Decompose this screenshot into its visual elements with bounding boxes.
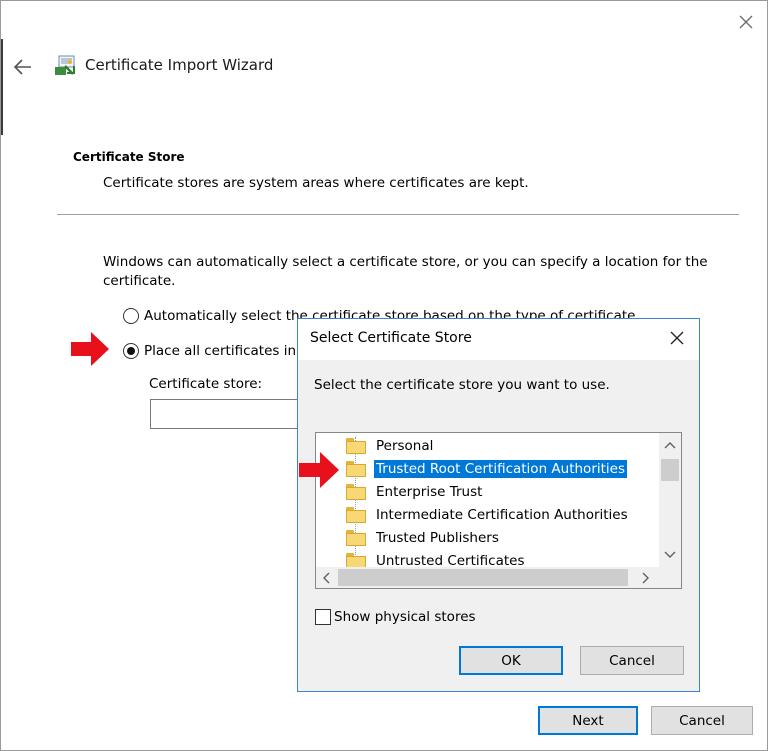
horizontal-scroll-thumb[interactable] — [338, 569, 628, 586]
folder-icon — [346, 507, 366, 523]
scrollbar-corner — [659, 567, 681, 588]
store-item-label: Intermediate Certification Authorities — [376, 507, 628, 523]
store-item-personal[interactable]: Personal — [346, 435, 435, 457]
store-item-trusted-publishers[interactable]: Trusted Publishers — [346, 527, 501, 549]
show-physical-stores-checkbox[interactable] — [315, 609, 331, 625]
scroll-right-icon[interactable] — [636, 569, 654, 587]
scroll-up-icon[interactable] — [661, 437, 679, 455]
next-button[interactable]: Next — [538, 706, 638, 735]
back-arrow-icon[interactable] — [11, 56, 35, 78]
store-tree-list[interactable]: Personal Trusted Root Certification Auth… — [315, 432, 682, 589]
dialog-cancel-button[interactable]: Cancel — [580, 646, 684, 675]
select-certificate-store-dialog: Select Certificate Store Select the cert… — [297, 318, 700, 692]
show-physical-stores-option[interactable]: Show physical stores — [315, 609, 476, 625]
folder-icon — [346, 484, 366, 500]
header-divider — [57, 214, 739, 215]
dialog-titlebar: Select Certificate Store — [298, 319, 699, 360]
section-description: Certificate stores are system areas wher… — [103, 175, 529, 191]
store-item-label: Trusted Root Certification Authorities — [374, 460, 627, 478]
folder-icon — [346, 461, 366, 477]
dialog-close-icon[interactable] — [668, 329, 686, 347]
intro-text: Windows can automatically select a certi… — [103, 254, 708, 289]
folder-icon — [346, 438, 366, 454]
store-item-label: Personal — [376, 438, 434, 454]
store-item-intermediate[interactable]: Intermediate Certification Authorities — [346, 504, 630, 526]
folder-icon — [346, 530, 366, 546]
dialog-prompt: Select the certificate store you want to… — [314, 377, 610, 393]
certificate-wizard-icon — [55, 55, 75, 75]
cancel-button[interactable]: Cancel — [651, 706, 753, 735]
wizard-title: Certificate Import Wizard — [85, 56, 274, 74]
radio-auto-select-indicator[interactable] — [123, 308, 139, 324]
close-icon[interactable] — [735, 11, 757, 33]
store-item-trusted-root[interactable]: Trusted Root Certification Authorities — [346, 458, 627, 480]
red-pointer-arrow-icon — [71, 332, 109, 366]
section-title: Certificate Store — [73, 150, 185, 164]
red-pointer-arrow-icon — [299, 452, 339, 488]
vertical-scroll-thumb[interactable] — [661, 459, 679, 481]
certificate-store-label: Certificate store: — [149, 376, 263, 392]
scroll-down-icon[interactable] — [661, 545, 679, 563]
dialog-title: Select Certificate Store — [310, 330, 472, 346]
store-item-enterprise-trust[interactable]: Enterprise Trust — [346, 481, 484, 503]
scroll-left-icon[interactable] — [318, 569, 336, 587]
ok-button[interactable]: OK — [459, 646, 563, 675]
horizontal-scrollbar[interactable] — [316, 567, 681, 588]
window-edge-accent — [1, 39, 3, 135]
radio-place-all-indicator[interactable] — [123, 343, 139, 359]
store-item-label: Trusted Publishers — [376, 530, 499, 546]
certificate-store-field[interactable] — [150, 399, 310, 429]
vertical-scrollbar[interactable] — [659, 433, 681, 567]
store-item-label: Enterprise Trust — [376, 484, 483, 500]
show-physical-stores-label: Show physical stores — [334, 609, 476, 625]
